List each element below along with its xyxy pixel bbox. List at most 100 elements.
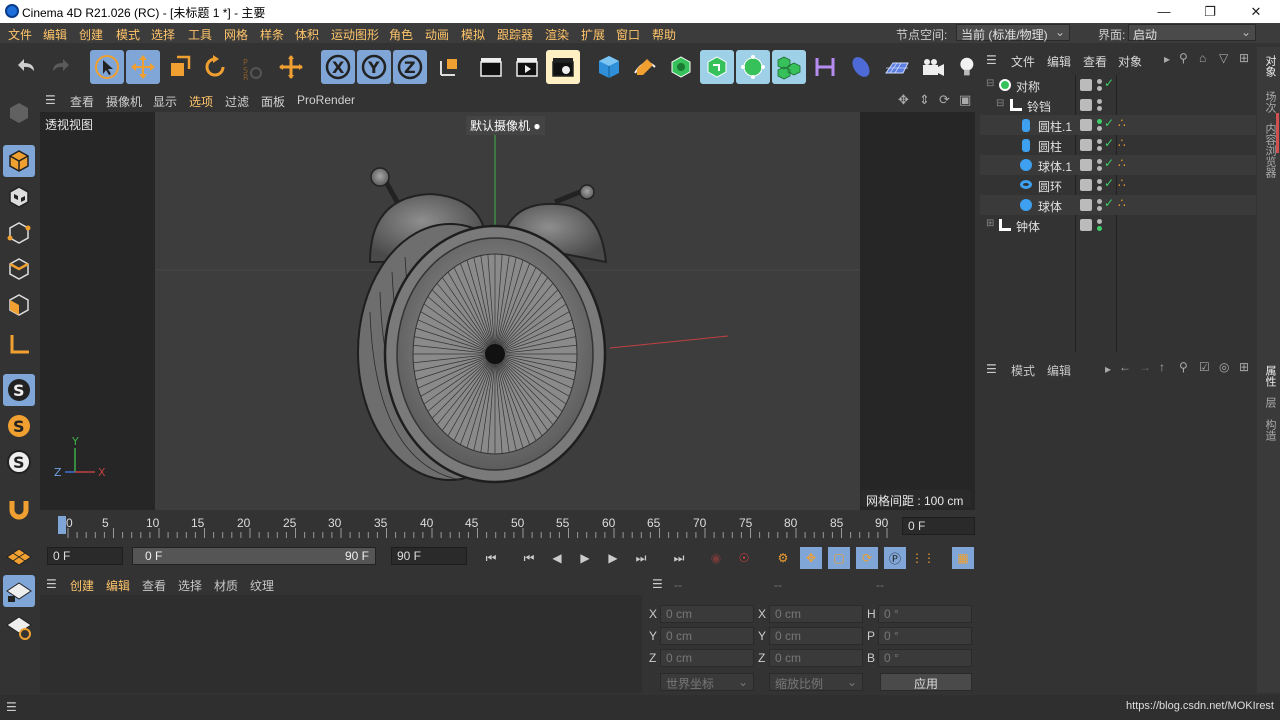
viewport-menu-display[interactable]: 显示 <box>153 93 177 110</box>
material-menu-material[interactable]: 材质 <box>214 577 238 594</box>
viewport-rotate-icon[interactable]: ⟳ <box>939 92 950 108</box>
next-frame-button[interactable]: ▶ <box>602 547 624 569</box>
record-button[interactable]: ◉ <box>705 547 727 569</box>
hamburger-icon[interactable]: ☰ <box>6 700 17 714</box>
menu-simulate[interactable]: 模拟 <box>461 26 485 43</box>
viewport-menu-panel[interactable]: 面板 <box>261 93 285 110</box>
polygons-mode-button[interactable] <box>3 289 35 321</box>
layer-box-icon[interactable] <box>1080 199 1092 211</box>
key-rotation-button[interactable]: ⟳ <box>856 547 878 569</box>
layer-box-icon[interactable] <box>1080 159 1092 171</box>
menu-select[interactable]: 选择 <box>151 26 175 43</box>
menu-edit[interactable]: 编辑 <box>43 26 67 43</box>
start-frame-field[interactable]: 0 F <box>47 547 123 565</box>
redo-button[interactable] <box>44 50 78 84</box>
object-menu-object[interactable]: 对象 <box>1118 53 1142 70</box>
key-position-button[interactable]: ✥ <box>800 547 822 569</box>
y-axis-lock-button[interactable]: Y <box>357 50 391 84</box>
menu-window[interactable]: 窗口 <box>616 26 640 43</box>
planar-workplane-button[interactable] <box>3 611 35 643</box>
viewport-maximize-icon[interactable]: ▣ <box>959 92 971 108</box>
tab-structure[interactable]: 构造 <box>1262 419 1278 441</box>
menu-help[interactable]: 帮助 <box>652 26 676 43</box>
floor-button[interactable] <box>880 50 914 84</box>
key-pla-button[interactable]: ⋮⋮ <box>911 547 935 569</box>
hamburger-icon[interactable]: ☰ <box>46 577 57 591</box>
render-to-picture-viewer-button[interactable] <box>510 50 544 84</box>
magnet-button[interactable] <box>3 493 35 525</box>
end-frame-field[interactable]: 90 F <box>391 547 467 565</box>
scale-mode-select[interactable]: 缩放比例 ⌄ <box>769 673 863 691</box>
menu-spline[interactable]: 样条 <box>260 26 284 43</box>
hamburger-icon[interactable]: ☰ <box>652 577 663 591</box>
viewport-move-icon[interactable]: ✥ <box>898 92 909 108</box>
material-menu-create[interactable]: 创建 <box>70 577 94 594</box>
collapse-icon[interactable]: ⊟ <box>986 78 994 89</box>
menu-mode[interactable]: 模式 <box>116 26 140 43</box>
texture-mode-button[interactable] <box>3 181 35 213</box>
perspective-viewport[interactable]: Y X Z <box>40 112 975 510</box>
menu-create[interactable]: 创建 <box>79 26 103 43</box>
back-arrow-icon[interactable]: ← <box>1119 360 1131 374</box>
menu-mograph[interactable]: 运动图形 <box>331 26 379 43</box>
go-to-start-button[interactable]: ⏮ <box>480 547 502 569</box>
menu-character[interactable]: 角色 <box>389 26 413 43</box>
object-row-cylinder-1[interactable]: 圆柱.1 ✓ ∴ <box>980 115 1256 135</box>
timeline-ruler[interactable]: 0 5 10 15 20 25 30 35 40 45 50 55 60 65 … <box>40 512 977 540</box>
material-menu-edit[interactable]: 编辑 <box>106 577 130 594</box>
node-space-select[interactable]: 当前 (标准/物理) ⌄ <box>956 24 1070 42</box>
move-tool-button[interactable] <box>126 50 160 84</box>
material-list-area[interactable] <box>40 595 642 693</box>
layer-box-icon[interactable] <box>1080 179 1092 191</box>
size-x-field[interactable]: 0 cm <box>769 605 863 623</box>
collapse-icon[interactable]: ⊟ <box>996 98 1004 109</box>
extrude-button[interactable] <box>700 50 734 84</box>
hamburger-icon[interactable]: ☰ <box>45 93 56 107</box>
menu-volume[interactable]: 体积 <box>295 26 319 43</box>
cloner-button[interactable] <box>772 50 806 84</box>
menu-tracker[interactable]: 跟踪器 <box>497 26 533 43</box>
object-row-cylinder[interactable]: 圆柱 ✓ ∴ <box>980 135 1256 155</box>
bend-deformer-button[interactable] <box>808 50 842 84</box>
menu-mesh[interactable]: 网格 <box>224 26 248 43</box>
rotation-h-field[interactable]: 0 ° <box>878 605 972 623</box>
viewport-zoom-icon[interactable]: ⇕ <box>919 92 930 108</box>
apply-button[interactable]: 应用 <box>880 673 972 691</box>
make-editable-button[interactable] <box>3 97 35 129</box>
play-button[interactable]: ▶ <box>574 547 596 569</box>
layer-box-icon[interactable] <box>1080 139 1092 151</box>
object-row-bell[interactable]: ⊟ 铃铛 <box>980 95 1256 115</box>
expand-icon[interactable]: ⊞ <box>986 218 994 229</box>
render-settings-button[interactable] <box>546 50 580 84</box>
material-menu-texture[interactable]: 纹理 <box>250 577 274 594</box>
tab-takes[interactable]: 场次 <box>1262 91 1278 113</box>
camera-button[interactable] <box>916 50 950 84</box>
viewport-menu-prorender[interactable]: ProRender <box>297 93 355 107</box>
search-icon[interactable]: ⚲ <box>1179 360 1188 374</box>
transform-button[interactable] <box>274 50 308 84</box>
locked-workplane-button[interactable] <box>3 575 35 607</box>
scale-tool-button[interactable] <box>162 50 196 84</box>
tab-layers[interactable]: 层 <box>1262 397 1278 408</box>
object-row-sphere-1[interactable]: 球体.1 ✓ ∴ <box>980 155 1256 175</box>
object-row-symmetry[interactable]: ⊟ 对称 ✓ <box>980 75 1256 95</box>
new-window-icon[interactable]: ⊞ <box>1239 360 1249 374</box>
go-to-end-button[interactable]: ⏭ <box>668 547 690 569</box>
layer-box-icon[interactable] <box>1080 119 1092 131</box>
axis-mode-button[interactable] <box>3 329 35 361</box>
render-view-button[interactable] <box>474 50 508 84</box>
timeline-window-button[interactable]: ▦ <box>952 547 974 569</box>
interface-select[interactable]: 启动 ⌄ <box>1128 24 1256 42</box>
menu-animate[interactable]: 动画 <box>425 26 449 43</box>
points-mode-button[interactable] <box>3 217 35 249</box>
object-menu-edit[interactable]: 编辑 <box>1047 53 1071 70</box>
home-icon[interactable]: ⌂ <box>1199 51 1206 65</box>
position-x-field[interactable]: 0 cm <box>660 605 754 623</box>
close-button[interactable]: ✕ <box>1233 0 1279 23</box>
material-menu-view[interactable]: 查看 <box>142 577 166 594</box>
lock-icon[interactable]: ☑ <box>1199 360 1210 374</box>
minimize-button[interactable]: — <box>1141 0 1187 23</box>
previous-key-button[interactable]: ⏮ <box>518 547 540 569</box>
edges-mode-button[interactable] <box>3 253 35 285</box>
pen-spline-button[interactable] <box>628 50 662 84</box>
